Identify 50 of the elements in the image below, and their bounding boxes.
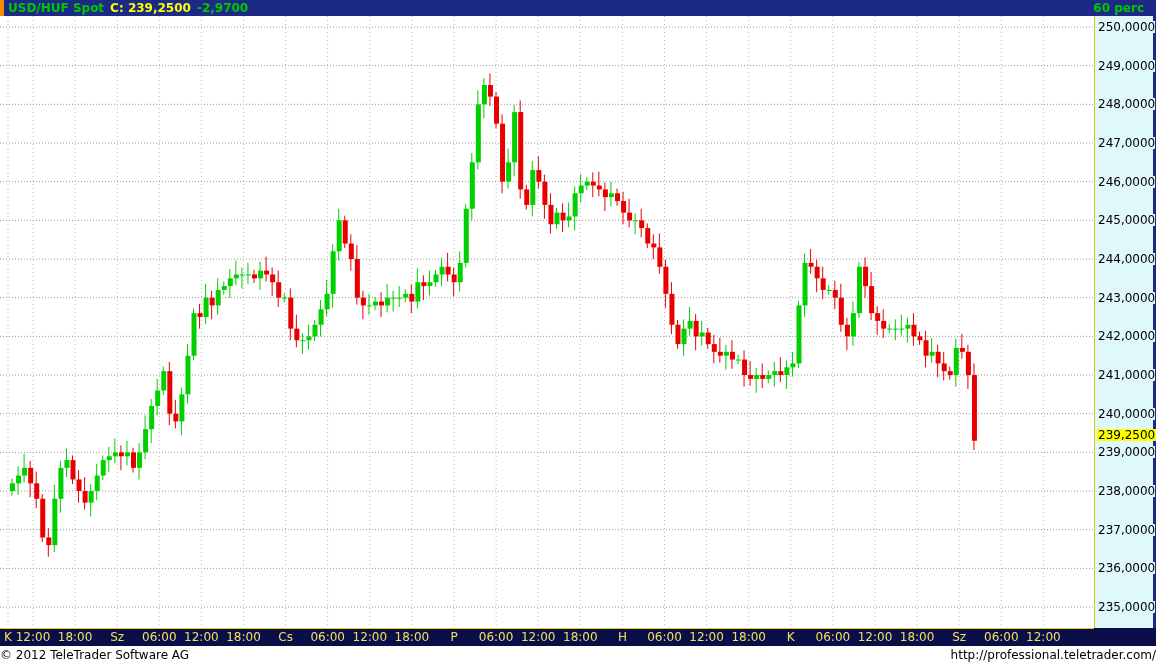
time-axis-label: 06:00 xyxy=(984,631,1019,643)
time-axis-label: 12:00 xyxy=(689,631,724,643)
marker-icon xyxy=(0,0,4,16)
last-price-label: 239,2500 xyxy=(1097,428,1156,441)
time-axis-label: 18:00 xyxy=(226,631,261,643)
price-tick-label: 242,0000 xyxy=(1098,330,1156,343)
time-axis-label: Sz xyxy=(952,631,967,643)
price-tick-label: 237,0000 xyxy=(1098,523,1156,536)
price-tick-label: 244,0000 xyxy=(1098,253,1156,265)
time-axis-label: 06:00 xyxy=(647,631,682,643)
time-axis-label: 12:00 xyxy=(857,631,893,643)
period-label: 60 perc xyxy=(1093,2,1144,14)
price-tick-label: 249,0000 xyxy=(1098,59,1156,72)
time-axis-label: Cs xyxy=(278,631,293,643)
time-axis-label: 12:00 xyxy=(520,631,556,643)
price-tick-label: 245,0000 xyxy=(1098,214,1156,227)
price-tick-label: 239,0000 xyxy=(1098,446,1156,459)
copyright-text: © 2012 TeleTrader Software AG xyxy=(0,649,190,661)
price-tick-label: 246,0000 xyxy=(1098,175,1156,188)
time-axis-label: K xyxy=(786,631,795,643)
time-axis-label: 18:00 xyxy=(731,631,766,643)
time-axis-label: 12:00 xyxy=(1026,631,1061,643)
price-tick-label: 241,0000 xyxy=(1098,369,1156,381)
time-axis-label: P xyxy=(450,631,458,643)
time-axis-label: 18:00 xyxy=(563,631,598,643)
price-tick-label: 235,0000 xyxy=(1098,601,1156,614)
time-axis-label: 12:00 xyxy=(184,631,219,643)
time-axis-label: 18:00 xyxy=(394,631,430,643)
time-axis-label: 12:00 xyxy=(15,631,51,643)
close-price: C: 239,2500 xyxy=(110,2,191,14)
price-tick-label: 248,0000 xyxy=(1098,98,1156,111)
time-axis-label: 18:00 xyxy=(899,631,935,643)
time-axis-label: H xyxy=(617,631,627,643)
price-tick-label: 247,0000 xyxy=(1098,137,1156,149)
time-axis-label: Sz xyxy=(110,631,125,643)
time-axis-label: 06:00 xyxy=(478,631,514,643)
price-tick-label: 238,0000 xyxy=(1098,485,1156,498)
price-tick-label: 236,0000 xyxy=(1098,562,1156,575)
symbol-name: USD/HUF Spot xyxy=(8,2,105,14)
time-axis-label: 06:00 xyxy=(815,631,851,643)
time-axis-label: 06:00 xyxy=(142,631,177,643)
time-axis-label: 12:00 xyxy=(352,631,388,643)
time-axis-label: 06:00 xyxy=(310,631,345,643)
time-axis-label: K xyxy=(4,631,12,643)
price-tick-label: 243,0000 xyxy=(1098,291,1156,304)
price-change: -2,9700 xyxy=(196,2,249,14)
website-url: http://professional.teletrader.com/ xyxy=(950,649,1156,661)
price-tick-label: 240,0000 xyxy=(1098,407,1156,420)
price-tick-label: 250,0000 xyxy=(1098,21,1156,33)
time-axis-label: 18:00 xyxy=(57,631,93,643)
